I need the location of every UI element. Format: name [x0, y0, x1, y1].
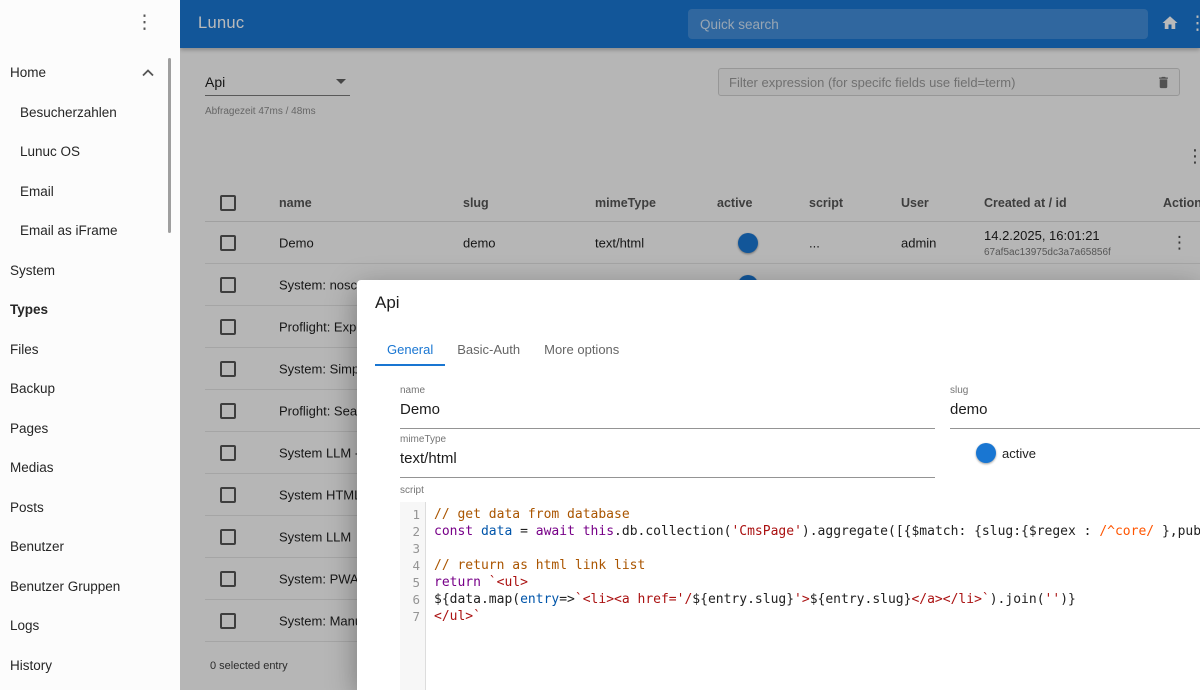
- sidebar-item-logs[interactable]: Logs: [0, 606, 168, 646]
- active-tab-indicator: [375, 364, 445, 366]
- mimetype-field-value: text/html: [400, 449, 935, 469]
- sidebar-kebab-icon[interactable]: ⋮: [135, 11, 154, 33]
- mimetype-field-label: mimeType: [400, 434, 935, 446]
- api-dialog: Api General Basic-Auth More options name…: [357, 280, 1200, 690]
- slug-field-label: slug: [950, 385, 1200, 397]
- sidebar-nav: Home Besucherzahlen Lunuc OS Email Email…: [0, 53, 168, 685]
- tab-general[interactable]: General: [375, 333, 445, 365]
- sidebar-item-pages[interactable]: Pages: [0, 409, 168, 449]
- sidebar: ⋮ Home Besucherzahlen Lunuc OS Email Ema…: [0, 0, 180, 690]
- name-field[interactable]: name Demo: [400, 385, 935, 429]
- sidebar-item-backup[interactable]: Backup: [0, 369, 168, 409]
- sidebar-item-files[interactable]: Files: [0, 330, 168, 370]
- sidebar-item-medias[interactable]: Medias: [0, 448, 168, 488]
- sidebar-item-home[interactable]: Home: [0, 53, 168, 93]
- name-field-value: Demo: [400, 400, 935, 420]
- sidebar-item-history[interactable]: History: [0, 646, 168, 686]
- sidebar-item-lunuc-os[interactable]: Lunuc OS: [0, 132, 168, 172]
- code-lines: // get data from databaseconst data = aw…: [426, 502, 1200, 690]
- code-gutter: 1234567: [400, 502, 426, 690]
- sidebar-item-posts[interactable]: Posts: [0, 488, 168, 528]
- dialog-title: Api: [375, 293, 400, 313]
- screen: Lunuc Quick search ⋮ Api Abfragezeit 47m…: [0, 0, 1200, 690]
- slug-field-value: demo: [950, 400, 1200, 420]
- sidebar-item-besucherzahlen[interactable]: Besucherzahlen: [0, 93, 168, 133]
- script-field-label: script: [400, 485, 424, 496]
- sidebar-item-system[interactable]: System: [0, 251, 168, 291]
- tab-basic-auth[interactable]: Basic-Auth: [445, 333, 532, 365]
- active-toggle[interactable]: [958, 446, 992, 460]
- active-toggle-label: active: [1002, 446, 1036, 461]
- sidebar-item-benutzer-gruppen[interactable]: Benutzer Gruppen: [0, 567, 168, 607]
- sidebar-item-email-iframe[interactable]: Email as iFrame: [0, 211, 168, 251]
- script-code-editor[interactable]: 1234567 // get data from databaseconst d…: [400, 502, 1200, 690]
- name-field-label: name: [400, 385, 935, 397]
- sidebar-item-email[interactable]: Email: [0, 172, 168, 212]
- dialog-tabs: General Basic-Auth More options: [375, 333, 631, 365]
- sidebar-scrollbar[interactable]: [168, 58, 171, 233]
- mimetype-field[interactable]: mimeType text/html: [400, 434, 935, 478]
- tab-more-options[interactable]: More options: [532, 333, 631, 365]
- slug-field[interactable]: slug demo: [950, 385, 1200, 429]
- chevron-up-icon: [142, 69, 154, 77]
- sidebar-item-types[interactable]: Types: [0, 290, 168, 330]
- sidebar-item-benutzer[interactable]: Benutzer: [0, 527, 168, 567]
